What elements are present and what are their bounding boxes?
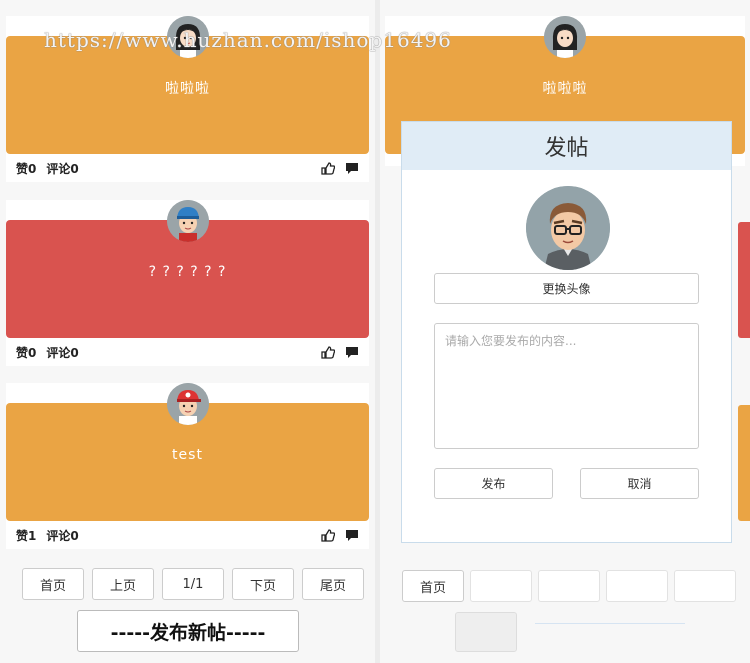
pagination: 首页 上页 1/1 下页 尾页 [22,568,364,600]
last-page-button[interactable] [674,570,736,602]
post-content: 啦啦啦 [165,81,210,97]
post-card: test 赞1 评论0 [6,383,369,549]
prev-page-button[interactable]: 上页 [92,568,154,600]
change-avatar-button[interactable]: 更换头像 [434,273,699,304]
thumbs-up-icon[interactable] [321,345,335,359]
first-page-button[interactable]: 首页 [402,570,464,602]
comment-icon[interactable] [345,162,359,175]
last-page-button[interactable]: 尾页 [302,568,364,600]
modal-title: 发帖 [402,122,731,170]
comment-count: 评论0 [46,528,79,543]
comment-icon[interactable] [345,346,359,359]
publish-post-modal: 发帖 更换头像 发布 取消 [401,121,732,543]
post-card: ? ? ? ? ? ? 赞0 评论0 [6,200,369,366]
comment-count: 评论0 [46,161,79,176]
comment-icon[interactable] [345,529,359,542]
page-indicator: 1/1 [162,568,224,600]
post-footer: 赞0 评论0 [6,338,369,366]
first-page-button[interactable]: 首页 [22,568,84,600]
girl-avatar [544,16,586,58]
post-footer: 赞0 评论0 [6,154,369,182]
post-card-edge [738,405,750,521]
post-card-edge [738,222,750,338]
post-footer: 赞1 评论0 [6,521,369,549]
like-count: 赞0 [16,345,37,360]
like-count: 赞0 [16,161,37,176]
like-count: 赞1 [16,528,37,543]
thumbs-up-icon[interactable] [321,161,335,175]
boy-red-cap-avatar [166,383,209,425]
submit-button[interactable]: 发布 [434,468,553,499]
post-content: 啦啦啦 [542,81,588,97]
publish-new-post-button[interactable]: -----发布新帖----- [77,610,299,652]
pagination: 首页 [402,570,736,602]
post-content-textarea[interactable] [434,323,699,449]
post-content: test [172,447,203,463]
prev-page-button[interactable] [470,570,532,602]
publish-new-post-button[interactable] [455,612,517,652]
next-page-button[interactable]: 下页 [232,568,294,600]
current-avatar[interactable] [526,186,610,270]
watermark-text: https://www.huzhan.com/ishop16496 [44,28,452,52]
boy-blue-cap-avatar [166,200,209,242]
divider-line [535,623,685,624]
post-list-panel: 啦啦啦 赞0 评论0 ? ? ? ? ? ? 赞0 评论0 test 赞1 评论… [0,0,375,663]
comment-count: 评论0 [46,345,79,360]
page-indicator [538,570,600,602]
next-page-button[interactable] [606,570,668,602]
cancel-button[interactable]: 取消 [580,468,699,499]
post-content: ? ? ? ? ? ? [148,264,227,280]
thumbs-up-icon[interactable] [321,528,335,542]
